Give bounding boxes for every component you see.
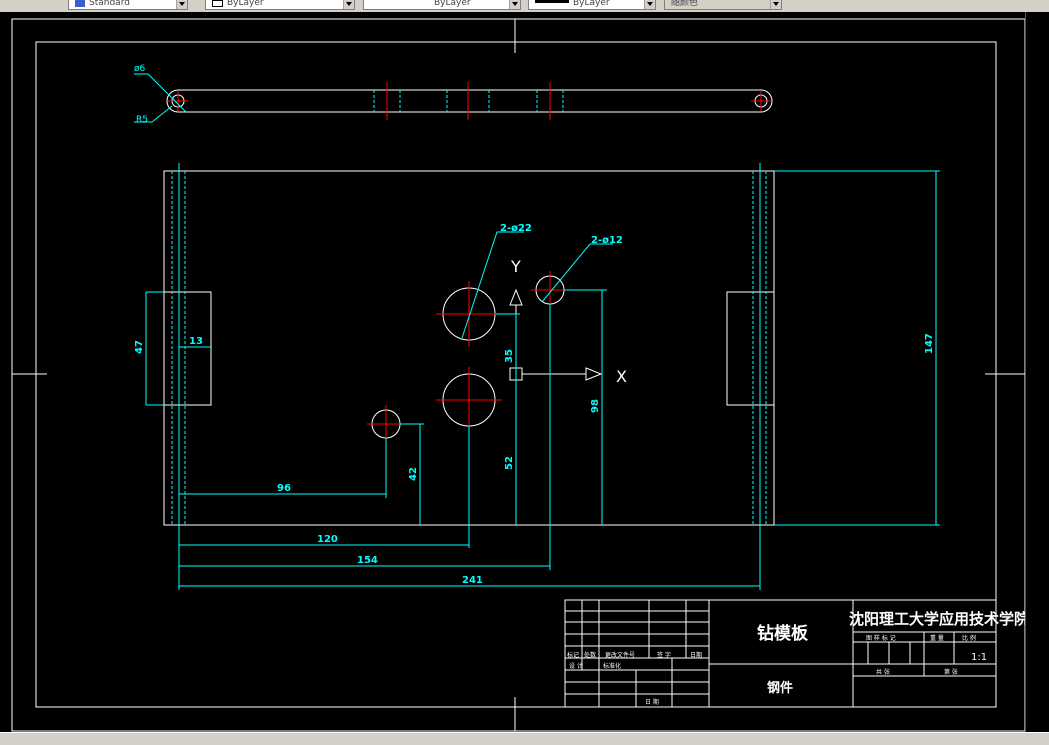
dim-42: 42 — [408, 467, 419, 481]
label-designer: 设 计 — [569, 662, 583, 670]
horizontal-scrollbar[interactable] — [0, 732, 1049, 745]
ucs-x-label: X — [616, 367, 627, 386]
linetype-value: ByLayer — [434, 0, 471, 8]
dia-label: ø6 — [134, 64, 146, 74]
school-name: 沈阳理工大学应用技术学院 — [849, 610, 1025, 628]
chevron-down-icon[interactable] — [644, 0, 655, 9]
dim-hole-22: 2-ø22 — [500, 223, 532, 234]
dim-47: 47 — [134, 340, 145, 354]
drawing-canvas[interactable]: ø6 R5 Y X 2-ø22 2-ø12 13 47 147 96 42 52… — [0, 12, 1049, 732]
dim-154: 154 — [357, 555, 378, 566]
label-total: 共 张 — [876, 668, 890, 676]
label-date2: 日 期 — [645, 698, 659, 706]
scale-value: 1:1 — [971, 652, 987, 663]
chevron-down-icon[interactable] — [176, 0, 187, 9]
dim-96: 96 — [277, 483, 291, 494]
text-style-value: Standard — [89, 0, 130, 8]
label-sheet: 第 张 — [944, 668, 958, 676]
text-style-select[interactable]: Standard — [68, 0, 188, 10]
text-style-icon — [75, 0, 85, 7]
drawing-svg: ø6 R5 Y X 2-ø22 2-ø12 13 47 147 96 42 52… — [11, 18, 1029, 732]
dim-120: 120 — [317, 534, 338, 545]
dim-52: 52 — [504, 456, 515, 470]
label-mark: 标记 — [567, 651, 579, 659]
label-stage-mark: 图 样 标 记 — [866, 634, 896, 642]
rad-label: R5 — [136, 115, 148, 125]
chevron-down-icon[interactable] — [509, 0, 520, 9]
color-select[interactable]: ByLayer — [205, 0, 355, 10]
dim-147: 147 — [924, 333, 935, 354]
plot-style-value: 随颜色 — [671, 0, 699, 8]
label-count: 处数 — [584, 651, 596, 659]
plot-style-select[interactable]: 随颜色 — [664, 0, 782, 10]
part-name: 钻模板 — [757, 623, 809, 644]
label-signature: 签 字 — [657, 651, 671, 659]
chevron-down-icon[interactable] — [343, 0, 354, 9]
color-swatch — [212, 0, 223, 7]
linetype-select[interactable]: ByLayer — [363, 0, 521, 10]
chevron-down-icon[interactable] — [770, 0, 781, 9]
label-ratio: 比 例 — [962, 634, 976, 642]
dimension-lines — [145, 170, 940, 587]
label-date: 日期 — [690, 651, 702, 659]
lineweight-swatch — [535, 0, 569, 3]
top-view: ø6 R5 — [134, 64, 773, 125]
label-standardize: 标准化 — [603, 662, 621, 670]
material: 钢件 — [767, 680, 793, 696]
lineweight-value: ByLayer — [573, 0, 610, 8]
dim-35: 35 — [504, 349, 515, 363]
ucs-icon — [509, 288, 603, 381]
dim-13: 13 — [189, 336, 203, 347]
ucs-y-label: Y — [510, 257, 521, 276]
label-change-doc: 更改文件号 — [605, 651, 635, 659]
dim-hole-12: 2-ø12 — [591, 235, 623, 246]
vertical-scrollbar[interactable] — [1025, 12, 1049, 732]
dim-241: 241 — [462, 575, 483, 586]
label-weight: 重 量 — [930, 634, 944, 642]
lineweight-select[interactable]: ByLayer — [528, 0, 656, 10]
color-value: ByLayer — [227, 0, 264, 8]
title-block: 钻模板 钢件 沈阳理工大学应用技术学院 1:1 标记 处数 更改文件号 签 字 … — [564, 599, 1029, 708]
dim-98: 98 — [590, 399, 601, 413]
